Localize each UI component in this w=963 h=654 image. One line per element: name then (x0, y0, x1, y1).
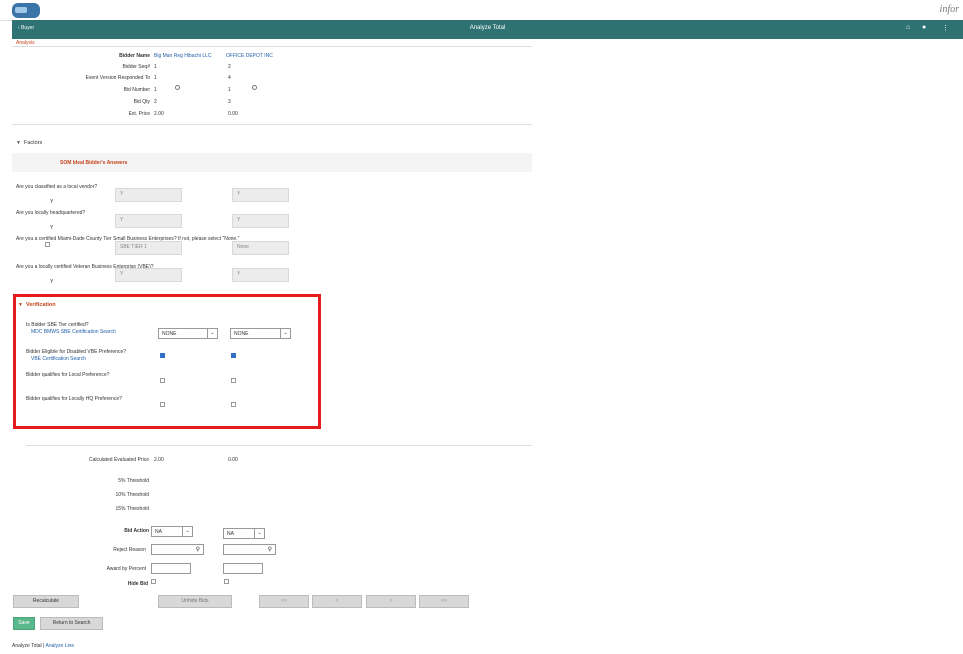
factor-ideal-local: Y (50, 199, 54, 205)
event-version-2: 4 (228, 75, 231, 81)
factor-hq-col2: Y (232, 214, 289, 228)
factor-sbe-checkbox (45, 242, 50, 247)
threshold-5-label: 5% Threshold (118, 478, 149, 484)
hide-bid-label: Hide Bid (127, 581, 148, 587)
bidder-name-label: Bidder Name (119, 53, 150, 59)
bidder-name-1[interactable]: Big Man Reg Hibachi LLC (154, 53, 212, 59)
bidder-seq-1: 1 (154, 64, 157, 70)
prev-page-button[interactable]: < (312, 595, 362, 608)
search-icon[interactable]: ⚲ (268, 546, 272, 553)
factor-question-local: Are you classified as a local vendor? (16, 184, 98, 190)
local-pref-checkbox-1[interactable] (160, 378, 165, 383)
hide-bid-checkbox-1[interactable] (151, 579, 156, 584)
bidder-seq-label: Bidder Seq# (122, 64, 150, 70)
award-percent-label: Award by Percent (106, 566, 146, 572)
sbe-select-2[interactable]: NONE ⌄ (230, 328, 291, 339)
calc-price-2: 0.00 (228, 457, 238, 463)
footer-links: Analyze Total | Analyze Line (12, 643, 74, 649)
last-page-button[interactable]: >> (419, 595, 469, 608)
vbe-certification-link[interactable]: VBE Certification Search (31, 356, 86, 362)
factor-local-col1: Y (115, 188, 182, 202)
local-pref-question: Bidder qualifies for Local Preference? (26, 372, 110, 378)
calc-price-1: 2.00 (154, 457, 164, 463)
recalculate-button[interactable]: Recalculate (13, 595, 79, 608)
bid-qty-2: 3 (228, 99, 231, 105)
kebab-menu-icon[interactable]: ⋮ (942, 24, 949, 32)
sbe-certification-link[interactable]: MDC BMWS SBE Certification Search (31, 329, 116, 335)
hide-bid-checkbox-2[interactable] (224, 579, 229, 584)
unhide-bids-button[interactable]: Unhide Bids (158, 595, 232, 608)
home-icon[interactable]: ⌂ (906, 24, 910, 31)
calc-price-label: Calculated Evaluated Price (88, 457, 149, 463)
info-icon[interactable] (175, 85, 180, 90)
factor-vbe-col2: Y (232, 268, 289, 282)
sbe-select-1[interactable]: NONE ⌄ (158, 328, 218, 339)
save-button[interactable]: Save (13, 617, 35, 630)
ext-price-label: Ext. Price (128, 111, 150, 117)
bid-qty-1: 2 (154, 99, 157, 105)
sbe-question: Is Bidder SBE Tier certified? (26, 322, 89, 328)
factor-sbe-col1: SBE TIER 1 (115, 241, 182, 255)
event-version-1: 1 (154, 75, 157, 81)
factors-section-header[interactable]: ▼ Factors (16, 140, 42, 146)
analyze-line-link[interactable]: Analyze Line (45, 643, 74, 649)
top-bar: infor (0, 0, 963, 21)
bidder-seq-2: 2 (228, 64, 231, 70)
factor-question-hq: Are you locally headquartered? (16, 210, 86, 216)
bid-action-select-1[interactable]: NA ⌄ (151, 526, 193, 537)
vbe-question: Bidder Eligible for Disabled VBE Prefere… (26, 349, 127, 355)
factor-ideal-hq: Y (50, 225, 54, 231)
verification-section-header[interactable]: ▼ Verification (18, 302, 56, 308)
bid-number-2: 1 (228, 87, 231, 93)
bidder-name-2[interactable]: OFFICE DEPOT INC (226, 53, 273, 59)
next-page-button[interactable]: > (366, 595, 416, 608)
threshold-10-label: 10% Threshold (115, 492, 149, 498)
analyze-total-link[interactable]: Analyze Total (12, 643, 42, 649)
factors-band-label: SOM Ideal Bidder's Answers (60, 160, 128, 166)
bid-number-1: 1 (154, 87, 157, 93)
factor-sbe-col2: None (232, 241, 289, 255)
award-percent-input-2[interactable] (223, 563, 263, 574)
vbe-checkbox-1[interactable] (160, 353, 165, 358)
return-to-search-button[interactable]: Return to Search (40, 617, 103, 630)
bid-qty-label: Bid Qty (133, 99, 150, 105)
event-version-label: Event Version Responded To (85, 75, 150, 81)
hq-pref-checkbox-1[interactable] (160, 402, 165, 407)
factor-hq-col1: Y (115, 214, 182, 228)
reject-reason-input-2[interactable]: ⚲ (223, 544, 276, 555)
info-icon[interactable] (252, 85, 257, 90)
ext-price-2: 0.00 (228, 111, 238, 117)
hq-pref-question: Bidder qualifies for Locally HQ Preferen… (26, 396, 122, 402)
page-title: Analyze Total (469, 25, 506, 31)
search-icon[interactable]: ⚲ (196, 546, 200, 553)
factor-ideal-vbe: Y (50, 279, 54, 285)
vbe-checkbox-2[interactable] (231, 353, 236, 358)
bid-number-label: Bid Number (123, 87, 150, 93)
local-pref-checkbox-2[interactable] (231, 378, 236, 383)
bid-action-label: Bid Action (124, 528, 149, 534)
reject-reason-input-1[interactable]: ⚲ (151, 544, 204, 555)
threshold-15-label: 15% Threshold (115, 506, 149, 512)
county-logo (12, 3, 40, 18)
brand-logo: infor (939, 4, 959, 15)
main-content: Analysis Bidder Name Big Man Reg Hibachi… (12, 39, 963, 654)
factor-vbe-col1: Y (115, 268, 182, 282)
ext-price-1: 2.00 (154, 111, 164, 117)
reject-reason-label: Reject Reason (113, 547, 146, 553)
award-percent-input-1[interactable] (151, 563, 191, 574)
hq-pref-checkbox-2[interactable] (231, 402, 236, 407)
bid-action-select-2[interactable]: NA ⌄ (223, 528, 265, 539)
first-page-button[interactable]: << (259, 595, 309, 608)
chat-icon[interactable]: ● (922, 24, 926, 31)
nav-bar: ‹ Buyer Analyze Total ⌂ ● ⋮ (12, 20, 963, 39)
factor-local-col2: Y (232, 188, 289, 202)
